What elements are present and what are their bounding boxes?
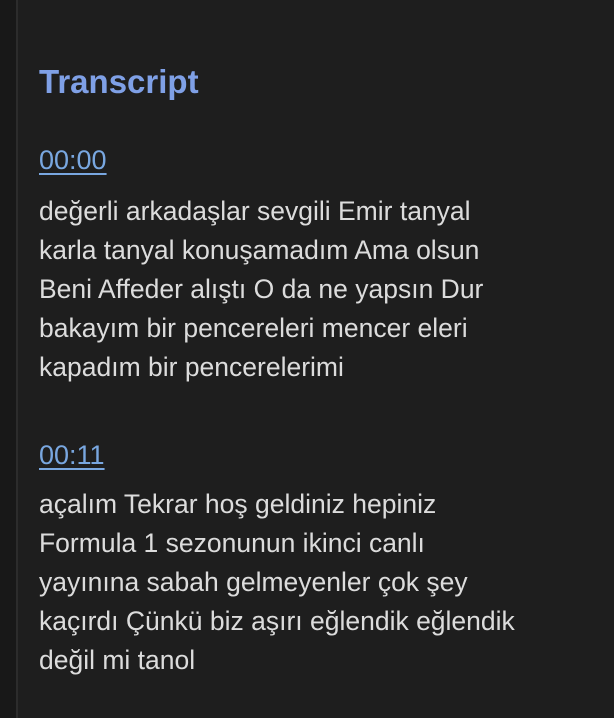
timestamp-link[interactable]: 00:11	[39, 438, 105, 472]
transcript-line: bakayım bir pencereleri mencer eleri	[39, 313, 468, 343]
transcript-line: değil mi tanol	[39, 645, 196, 675]
transcript-segment-text: değerli arkadaşlar sevgili Emir tanyal k…	[39, 192, 599, 387]
transcript-title: Transcript	[39, 63, 199, 100]
timestamp-link[interactable]: 00:00	[39, 143, 107, 177]
transcript-line: kaçırdı Çünkü biz aşırı eğlendik eğlendi…	[39, 606, 515, 636]
transcript-line: Beni Affeder alıştı O da ne yapsın Dur	[39, 274, 484, 304]
transcript-line: karla tanyal konuşamadım Ama olsun	[39, 235, 480, 265]
left-strip	[0, 0, 16, 718]
transcript-line: kapadım bir pencerelerimi	[39, 352, 344, 382]
transcript-line: değerli arkadaşlar sevgili Emir tanyal	[39, 196, 471, 226]
transcript-line: Formula 1 sezonunun ikinci canlı	[39, 528, 425, 558]
transcript-line: yayınına sabah gelmeyenler çok şey	[39, 567, 468, 597]
transcript-panel[interactable]: Transcript 00:00 değerli arkadaşlar sevg…	[18, 0, 614, 718]
transcript-segment-text: açalım Tekrar hoş geldiniz hepiniz Formu…	[39, 485, 599, 680]
transcript-line: açalım Tekrar hoş geldiniz hepiniz	[39, 489, 437, 519]
